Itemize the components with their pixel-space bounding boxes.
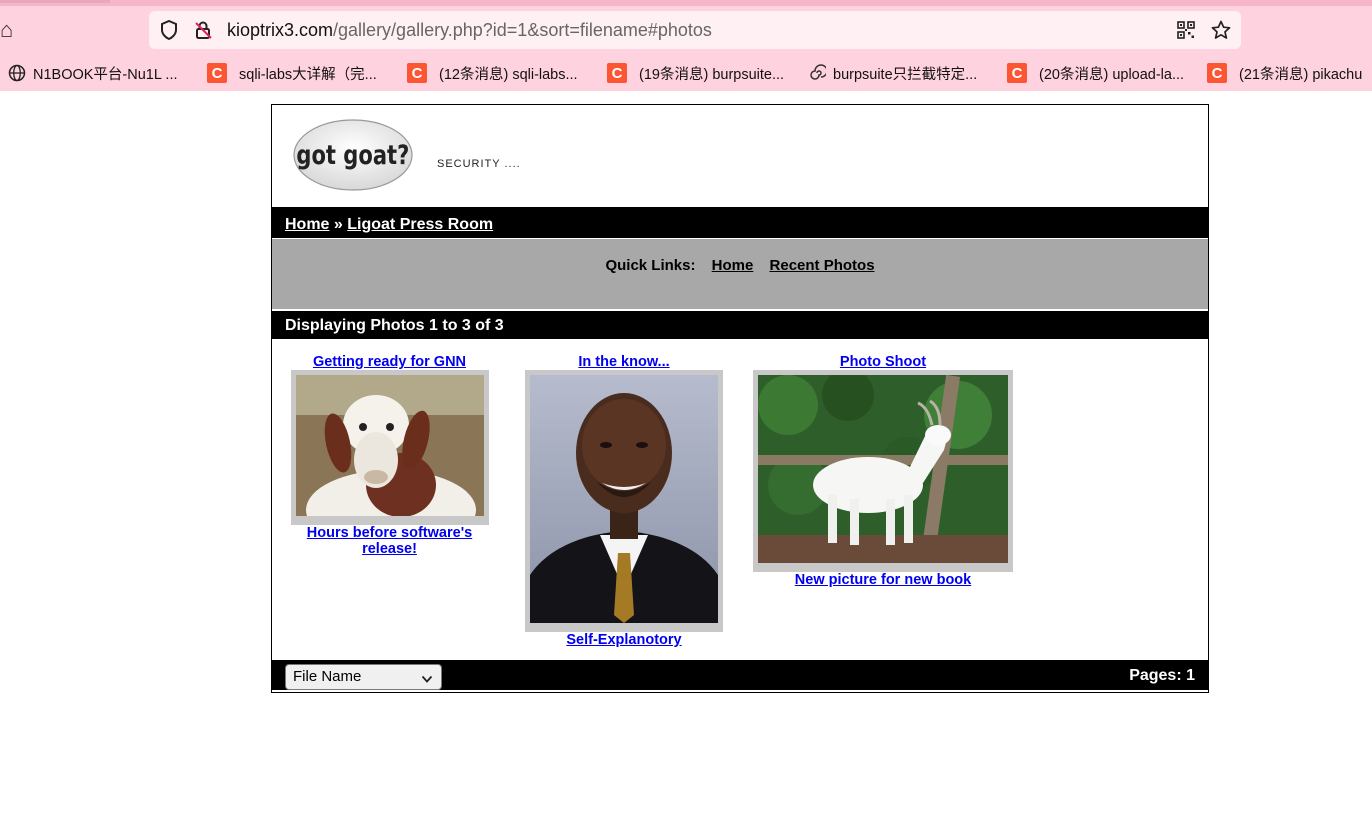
breadcrumb-bar: Home » Ligoat Press Room <box>272 207 1208 239</box>
photo-caption-link[interactable]: Self-Explanotory <box>525 632 723 648</box>
photo-caption-link[interactable]: release! <box>290 541 489 557</box>
pages-count: Pages: 1 <box>1129 667 1195 684</box>
sort-select[interactable]: File Name <box>285 664 442 690</box>
photo-thumbnail[interactable] <box>525 370 723 632</box>
qr-code-icon[interactable] <box>1176 20 1196 40</box>
quick-link-recent-photos[interactable]: Recent Photos <box>770 257 875 274</box>
breadcrumb-separator: » <box>333 216 343 233</box>
breadcrumb-home-link[interactable]: Home <box>285 216 329 233</box>
url-path: /gallery/gallery.php?id=1&sort=filename#… <box>333 20 712 40</box>
tab-strip <box>0 0 1372 6</box>
photo-title-link[interactable]: Getting ready for GNN <box>290 354 489 370</box>
home-icon[interactable]: ⌂ <box>0 16 12 44</box>
quick-links-label: Quick Links: <box>605 257 696 274</box>
bookmark-item[interactable]: Csqli-labs大详解（完... <box>207 60 377 86</box>
photo-title-link[interactable]: In the know... <box>525 354 723 370</box>
shield-icon[interactable] <box>159 20 179 40</box>
gallery-page: got goat? SECURITY .... Home » Ligoat Pr… <box>271 104 1209 693</box>
bookmark-label: (20条消息) upload-la... <box>1039 66 1185 83</box>
photo-item: In the know... Self-Explanotory <box>525 354 723 648</box>
csdn-icon: C <box>1207 63 1227 83</box>
quick-link-home[interactable]: Home <box>712 257 754 274</box>
bookmark-item[interactable]: burpsuite只拦截特定... <box>807 60 977 86</box>
browser-toolbar: ⌂ kioptrix3.com/gallery/gallery.php?id=1… <box>0 0 1372 91</box>
address-bar[interactable]: kioptrix3.com/gallery/gallery.php?id=1&s… <box>149 11 1241 49</box>
globe-icon <box>7 63 27 83</box>
portrait-photo <box>530 375 718 623</box>
bookmark-label: burpsuite只拦截特定... <box>833 66 978 83</box>
bookmark-label: sqli-labs大详解（完... <box>239 66 377 83</box>
photo-title-link[interactable]: Photo Shoot <box>753 354 1013 370</box>
photo-item: Photo Shoot New picture for new book <box>753 354 1013 588</box>
bookmark-item[interactable]: C (20条消息) upload-la... <box>1007 60 1184 86</box>
bookmark-item[interactable]: C (19条消息) burpsuite... <box>607 60 784 86</box>
photo-thumbnail[interactable] <box>753 369 1013 572</box>
bookmark-label: (12条消息) sqli-labs... <box>439 66 578 83</box>
photo-item: Getting ready for GNN Hours before softw… <box>290 354 489 557</box>
bookmark-item[interactable]: C (12条消息) sqli-labs... <box>407 60 578 86</box>
bookmark-star-icon[interactable] <box>1211 20 1231 40</box>
spiral-icon <box>807 63 827 83</box>
breadcrumb-current-link[interactable]: Ligoat Press Room <box>347 216 493 233</box>
bookmark-label: N1BOOK平台-Nu1L ... <box>33 66 178 83</box>
insecure-lock-icon[interactable] <box>193 20 213 40</box>
bookmark-item[interactable]: C (21条消息) pikachu <box>1207 60 1362 86</box>
bookmark-label: (19条消息) burpsuite... <box>639 66 785 83</box>
csdn-icon: C <box>1007 63 1027 83</box>
bookmark-item[interactable]: N1BOOK平台-Nu1L ... <box>7 60 178 86</box>
footer-bar: File Name Pages: 1 <box>272 660 1208 690</box>
white-goat-photo <box>758 369 1008 564</box>
display-status-text: Displaying Photos 1 to 3 of 3 <box>285 317 504 334</box>
breadcrumb: Home » Ligoat Press Room <box>285 216 493 234</box>
logo-text: got goat? <box>296 139 409 170</box>
photo-thumbnail[interactable] <box>290 370 489 550</box>
bookmark-label: (21条消息) pikachu <box>1239 66 1363 83</box>
site-tagline: SECURITY .... <box>437 158 521 170</box>
url-host: kioptrix3.com <box>227 20 334 40</box>
csdn-icon: C <box>207 63 227 83</box>
sort-selected-value: File Name <box>293 668 362 685</box>
bookmarks-bar: N1BOOK平台-Nu1L ... Csqli-labs大详解（完... C (1… <box>0 60 1372 86</box>
goat-photo <box>295 375 484 550</box>
url-text[interactable]: kioptrix3.com/gallery/gallery.php?id=1&s… <box>227 19 712 41</box>
photo-caption-link[interactable]: Hours before software's <box>290 525 489 541</box>
chevron-down-icon <box>421 671 433 688</box>
csdn-icon: C <box>607 63 627 83</box>
display-status-bar: Displaying Photos 1 to 3 of 3 <box>272 311 1208 339</box>
site-logo[interactable]: got goat? <box>292 118 414 192</box>
photo-caption-link[interactable]: New picture for new book <box>753 572 1013 588</box>
csdn-icon: C <box>407 63 427 83</box>
active-tab-edge[interactable] <box>0 0 110 3</box>
quick-links-bar: Quick Links: Home Recent Photos <box>272 238 1208 309</box>
